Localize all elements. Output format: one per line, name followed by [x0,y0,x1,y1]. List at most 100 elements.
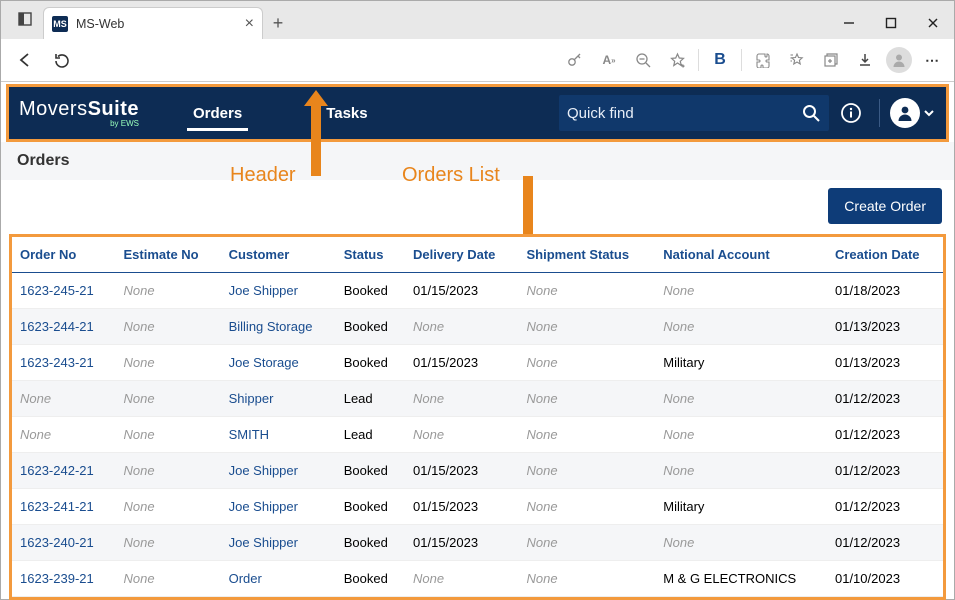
window-close-button[interactable] [912,7,954,39]
profile-avatar[interactable] [886,47,912,73]
table-cell: Booked [336,273,405,309]
table-cell[interactable]: 1623-241-21 [12,489,115,525]
orders-table: Order No Estimate No Customer Status Del… [12,237,943,597]
table-cell: None [115,309,220,345]
table-cell: None [405,309,518,345]
table-cell[interactable]: Joe Shipper [221,273,336,309]
table-cell: None [12,381,115,417]
key-icon[interactable] [562,47,588,73]
table-cell[interactable]: 1623-245-21 [12,273,115,309]
app-logo: MoversSuite by EWS [19,98,139,128]
table-cell: None [518,345,655,381]
table-cell[interactable]: 1623-239-21 [12,561,115,597]
table-cell: 01/15/2023 [405,453,518,489]
table-cell[interactable]: SMITH [221,417,336,453]
new-tab-button[interactable]: + [263,7,293,39]
table-row[interactable]: 1623-245-21NoneJoe ShipperBooked01/15/20… [12,273,943,309]
table-cell: 01/15/2023 [405,345,518,381]
col-delivery-date[interactable]: Delivery Date [405,237,518,273]
col-customer[interactable]: Customer [221,237,336,273]
table-cell: None [115,417,220,453]
table-cell[interactable]: 1623-240-21 [12,525,115,561]
table-row[interactable]: 1623-239-21NoneOrderBookedNoneNoneM & G … [12,561,943,597]
window-minimize-button[interactable] [828,7,870,39]
app-header: MoversSuite by EWS Orders Tasks Quick fi… [9,87,946,139]
table-cell: 01/12/2023 [827,525,943,561]
table-cell[interactable]: Joe Shipper [221,525,336,561]
table-cell[interactable]: Joe Shipper [221,453,336,489]
table-row[interactable]: NoneNoneShipperLeadNoneNoneNone01/12/202… [12,381,943,417]
favorites-list-icon[interactable] [784,47,810,73]
table-cell: 01/15/2023 [405,525,518,561]
table-row[interactable]: 1623-242-21 None Joe ShipperBooked01/15/20… [12,453,943,489]
bold-b-icon[interactable]: B [707,47,733,73]
more-menu-icon[interactable]: ⋯ [920,47,946,73]
table-cell[interactable]: Joe Shipper [221,489,336,525]
favorite-icon[interactable] [664,47,690,73]
refresh-button[interactable] [45,44,77,76]
table-cell: None [115,561,220,597]
table-cell: 01/15/2023 [405,489,518,525]
extensions-icon[interactable] [750,47,776,73]
col-national-account[interactable]: National Account [655,237,827,273]
table-row[interactable]: 1623-243-21 None Joe StorageBooked01/15/20… [12,345,943,381]
table-cell[interactable]: Billing Storage [221,309,336,345]
page-title: Orders [1,142,954,180]
col-creation-date[interactable]: Creation Date [827,237,943,273]
table-cell[interactable]: 1623-242-21 [12,453,115,489]
tab-strip: MS MS-Web × + [1,1,954,39]
tab-close-icon[interactable]: × [245,16,254,32]
table-cell: None [655,309,827,345]
table-cell: None [518,561,655,597]
table-cell: Booked [336,525,405,561]
table-cell: None [655,453,827,489]
tabstrip-menu-button[interactable] [11,5,39,33]
table-cell[interactable]: 1623-243-21 [12,345,115,381]
collections-icon[interactable] [818,47,844,73]
back-button[interactable] [9,44,41,76]
table-cell: 01/13/2023 [827,345,943,381]
table-cell: None [518,309,655,345]
table-cell: Military [655,345,827,381]
browser-tab[interactable]: MS MS-Web × [43,7,263,39]
nav-orders[interactable]: Orders [175,87,260,139]
zoom-out-icon[interactable] [630,47,656,73]
profile-menu[interactable] [890,98,936,128]
table-cell: Booked [336,453,405,489]
col-shipment-status[interactable]: Shipment Status [518,237,655,273]
info-icon[interactable] [833,95,869,131]
table-cell[interactable]: Joe Storage [221,345,336,381]
table-cell: None [518,381,655,417]
table-cell[interactable]: Shipper [221,381,336,417]
table-cell: Booked [336,345,405,381]
table-cell: None [405,417,518,453]
table-row[interactable]: 1623-240-21NoneJoe ShipperBooked01/15/20… [12,525,943,561]
orders-list-box: Order No Estimate No Customer Status Del… [9,234,946,600]
table-row[interactable]: 1623-241-21NoneJoe ShipperBooked01/15/20… [12,489,943,525]
tab-favicon: MS [52,16,68,32]
downloads-icon[interactable] [852,47,878,73]
table-cell: None [518,453,655,489]
read-aloud-icon[interactable]: A» [596,47,622,73]
table-row[interactable]: NoneNoneSMITHLeadNoneNoneNone01/12/2023 [12,417,943,453]
table-cell[interactable]: Order [221,561,336,597]
table-cell[interactable]: 1623-244-21 [12,309,115,345]
table-cell: 01/12/2023 [827,381,943,417]
col-estimate-no[interactable]: Estimate No [115,237,220,273]
create-order-button[interactable]: Create Order [828,188,942,224]
table-row[interactable]: 1623-244-21NoneBilling StorageBookedNone… [12,309,943,345]
table-cell: 01/15/2023 [405,273,518,309]
table-cell: Lead [336,417,405,453]
quick-find-input[interactable]: Quick find [559,95,829,131]
nav-tasks[interactable]: Tasks [308,87,385,139]
col-order-no[interactable]: Order No [12,237,115,273]
search-icon[interactable] [801,103,821,123]
table-cell: None [115,273,220,309]
col-status[interactable]: Status [336,237,405,273]
user-icon [890,98,920,128]
window-maximize-button[interactable] [870,7,912,39]
table-cell: Lead [336,381,405,417]
window-controls [828,7,954,39]
tab-title: MS-Web [76,17,237,31]
browser-chrome: MS MS-Web × + A» B ⋯ [1,1,954,82]
